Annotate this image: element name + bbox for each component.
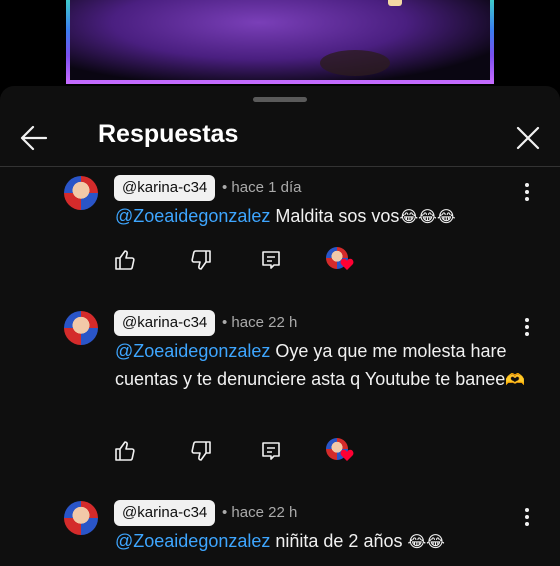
creator-heart-icon: [340, 449, 354, 461]
close-icon: [516, 126, 540, 150]
video-shadow: [320, 50, 390, 76]
emoji: 😂😂😂: [399, 207, 456, 226]
comment-reply-icon: [262, 251, 280, 269]
thumb-up-icon: [115, 250, 135, 270]
comment-timestamp: • hace 22 h: [222, 314, 298, 331]
back-button[interactable]: [18, 122, 50, 154]
more-vert-icon: [525, 508, 529, 526]
close-button[interactable]: [512, 122, 544, 154]
video-thumbnail: [66, 0, 494, 84]
avatar[interactable]: [64, 311, 98, 345]
drag-handle[interactable]: [253, 97, 307, 102]
comment-body: Maldita sos vos: [270, 206, 400, 226]
mention-link[interactable]: @Zoeaidegonzalez: [115, 531, 270, 551]
comment-actions: [113, 438, 373, 467]
thumb-up-icon: [115, 441, 135, 461]
creator-heart: [326, 438, 356, 466]
author-handle[interactable]: @karina-c34: [114, 310, 216, 336]
mention-link[interactable]: @Zoeaidegonzalez: [115, 206, 270, 226]
like-button[interactable]: [113, 439, 139, 465]
comment-text: @Zoeaidegonzalez Maldita sos vos😂😂😂: [115, 202, 535, 231]
video-player[interactable]: [0, 0, 560, 90]
dislike-button[interactable]: [189, 248, 215, 274]
more-vert-icon: [525, 183, 529, 201]
creator-heart-icon: [340, 258, 354, 270]
comment-reply-icon: [262, 442, 280, 460]
mention-link[interactable]: @Zoeaidegonzalez: [115, 341, 270, 361]
avatar[interactable]: [64, 176, 98, 210]
more-options-button[interactable]: [516, 315, 538, 339]
creator-heart: [326, 247, 356, 275]
more-vert-icon: [525, 318, 529, 336]
comment-timestamp: • hace 22 h: [222, 504, 298, 521]
dislike-button[interactable]: [189, 439, 215, 465]
author-handle[interactable]: @karina-c34: [114, 500, 216, 526]
avatar[interactable]: [64, 501, 98, 535]
author-handle[interactable]: @karina-c34: [114, 175, 216, 201]
page-title: Respuestas: [98, 120, 239, 148]
comment-timestamp: • hace 1 día: [222, 179, 302, 196]
more-options-button[interactable]: [516, 505, 538, 529]
replies-sheet: Respuestas @karina-c34 • hace 1 día @Zoe…: [0, 86, 560, 566]
emoji: 😂😂: [407, 532, 445, 551]
header-divider: [0, 166, 560, 167]
thumb-down-icon: [191, 250, 211, 270]
video-highlight: [388, 0, 402, 6]
more-options-button[interactable]: [516, 180, 538, 204]
like-button[interactable]: [113, 248, 139, 274]
comment-body: niñita de 2 años: [270, 531, 408, 551]
reply-button[interactable]: [259, 248, 285, 274]
emoji: 🫶: [505, 370, 526, 389]
sheet-header: Respuestas: [0, 106, 560, 166]
comment-text: @Zoeaidegonzalez Oye ya que me molesta h…: [115, 337, 535, 394]
comment-actions: [113, 247, 373, 276]
thumb-down-icon: [191, 441, 211, 461]
arrow-left-icon: [20, 125, 48, 151]
reply-button[interactable]: [259, 439, 285, 465]
comment-text: @Zoeaidegonzalez niñita de 2 años 😂😂: [115, 527, 535, 556]
